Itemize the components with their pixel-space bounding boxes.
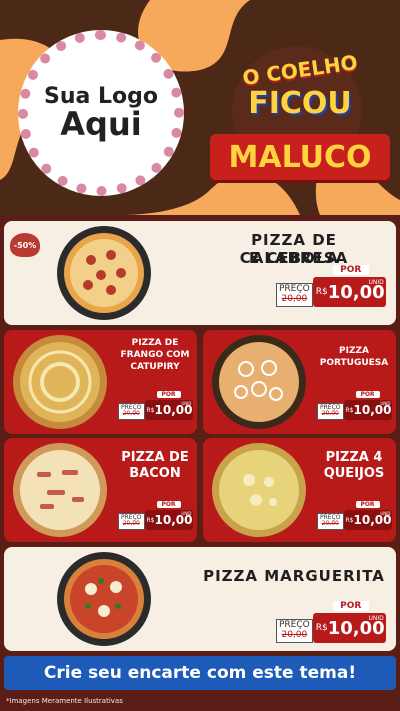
discount-heart-badge: -50% bbox=[10, 233, 40, 257]
pizza-calabresa-image bbox=[57, 226, 151, 320]
price-tag: PREÇO 20,00 POR R$ 10,00 UNID bbox=[276, 265, 386, 307]
pizza-frango-image bbox=[13, 335, 107, 429]
product-title-line1: PIZZA DE bbox=[131, 338, 179, 348]
product-title: PIZZA MARGUERITA bbox=[203, 567, 385, 585]
old-price-box: PREÇO 20,00 bbox=[276, 283, 313, 307]
easter-theme-badge: O COELHO FICOU MALUCO bbox=[210, 28, 390, 198]
price-tag: PREÇO 20,00 POR R$ 10,00 UNID bbox=[276, 601, 386, 643]
product-card-4-queijos[interactable]: PIZZA 4 QUEIJOS PREÇO 20,00 POR R$ 10,00… bbox=[203, 438, 396, 542]
product-card-marguerita[interactable]: PIZZA MARGUERITA PREÇO 20,00 POR R$ 10,0… bbox=[4, 547, 396, 651]
product-title-line1: PIZZA bbox=[339, 346, 369, 356]
illustrative-images-footnote: *Imagens Meramente Ilustrativas bbox=[6, 697, 123, 705]
logo-placeholder: Sua Logo Aqui bbox=[18, 30, 184, 196]
old-price: 20,00 bbox=[321, 520, 339, 528]
por-label: POR bbox=[355, 391, 380, 398]
create-flyer-button[interactable]: Crie seu encarte com este tema! bbox=[4, 656, 396, 690]
currency-symbol: R$ bbox=[146, 516, 155, 524]
new-price-box: POR R$ 10,00 UNID bbox=[312, 601, 386, 643]
badge-line2: FICOU bbox=[248, 86, 352, 121]
pizza-marguerita-image bbox=[57, 552, 151, 646]
product-card-calabresa[interactable]: PIZZA DE CALABRESA E CEBOLA PREÇO 20,00 … bbox=[4, 221, 396, 325]
product-title-line3: CATUPIRY bbox=[130, 362, 180, 372]
pizza-bacon-image bbox=[13, 443, 107, 537]
old-price-box: PREÇO 20,00 bbox=[118, 512, 145, 530]
unit-label: UNID bbox=[368, 279, 384, 286]
old-price-box: PREÇO 20,00 bbox=[118, 402, 145, 420]
unit-label: UNID bbox=[380, 401, 391, 406]
product-title-line2: FRANGO COM bbox=[120, 350, 190, 360]
pizza-4-queijos-image bbox=[212, 443, 306, 537]
product-title-line2: QUEIJOS bbox=[323, 466, 385, 481]
currency-symbol: R$ bbox=[345, 406, 354, 414]
new-price-box: POR R$ 10,00 UNID bbox=[144, 501, 193, 530]
price-tag: PREÇO 20,00 POR R$ 10,00 UNID bbox=[317, 501, 392, 530]
new-price-box: POR R$ 10,00 UNID bbox=[144, 391, 193, 420]
old-price-box: PREÇO 20,00 bbox=[317, 512, 344, 530]
old-price: 20,00 bbox=[122, 520, 140, 528]
price-tag: PREÇO 20,00 POR R$ 10,00 UNID bbox=[317, 391, 392, 420]
unit-label: UNID bbox=[181, 401, 192, 406]
product-card-bacon[interactable]: PIZZA DE BACON PREÇO 20,00 POR R$ 10,00 … bbox=[4, 438, 197, 542]
por-label: POR bbox=[156, 391, 181, 398]
unit-label: UNID bbox=[380, 511, 391, 516]
old-price-box: PREÇO 20,00 bbox=[276, 619, 313, 643]
old-price: 20,00 bbox=[122, 410, 140, 418]
product-card-frango[interactable]: PIZZA DE FRANGO COM CATUPIRY PREÇO 20,00… bbox=[4, 330, 197, 434]
unit-label: UNID bbox=[181, 511, 192, 516]
old-price: 20,00 bbox=[281, 630, 308, 641]
new-price-box: POR R$ 10,00 UNID bbox=[312, 265, 386, 307]
new-price-box: POR R$ 10,00 UNID bbox=[343, 501, 392, 530]
currency-symbol: R$ bbox=[315, 623, 328, 633]
por-label: POR bbox=[332, 265, 369, 275]
old-price-box: PREÇO 20,00 bbox=[317, 402, 344, 420]
product-title-line1: PIZZA DE bbox=[121, 450, 189, 465]
price-tag: PREÇO 20,00 POR R$ 10,00 UNID bbox=[118, 391, 193, 420]
badge-line3: MALUCO bbox=[228, 140, 372, 175]
new-price-box: POR R$ 10,00 UNID bbox=[343, 391, 392, 420]
por-label: POR bbox=[332, 601, 369, 611]
currency-symbol: R$ bbox=[315, 287, 328, 297]
product-title-line1: PIZZA 4 bbox=[325, 450, 383, 465]
unit-label: UNID bbox=[368, 615, 384, 622]
product-title-line2: BACON bbox=[129, 466, 181, 481]
product-title-line2: PORTUGUESA bbox=[319, 358, 389, 368]
old-price: 20,00 bbox=[321, 410, 339, 418]
price-tag: PREÇO 20,00 POR R$ 10,00 UNID bbox=[118, 501, 193, 530]
pizza-portuguesa-image bbox=[212, 335, 306, 429]
old-price: 20,00 bbox=[281, 294, 308, 305]
logo-text-line2: Aqui bbox=[60, 104, 142, 143]
por-label: POR bbox=[355, 501, 380, 508]
por-label: POR bbox=[156, 501, 181, 508]
currency-symbol: R$ bbox=[345, 516, 354, 524]
currency-symbol: R$ bbox=[146, 406, 155, 414]
product-card-portuguesa[interactable]: PIZZA PORTUGUESA PREÇO 20,00 POR R$ 10,0… bbox=[203, 330, 396, 434]
